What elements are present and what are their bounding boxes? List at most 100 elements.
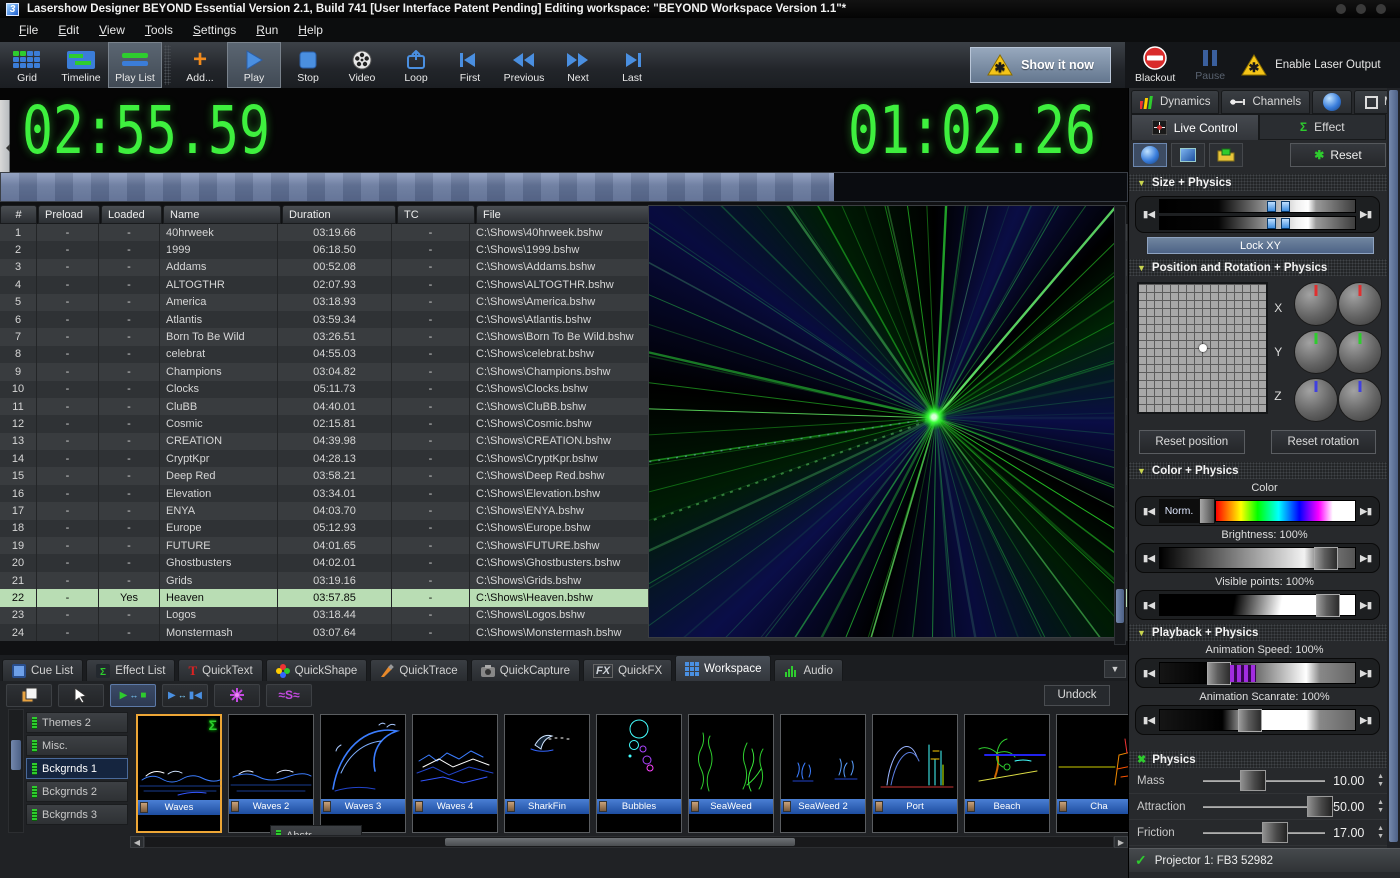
physics-slider[interactable]: [1203, 795, 1325, 819]
column-header-preload[interactable]: Preload: [38, 205, 100, 224]
playstop-tool-button[interactable]: ▶↔■: [110, 684, 156, 707]
s-tool-button[interactable]: ≈S≈: [266, 684, 312, 707]
spin-down-icon[interactable]: ▼: [1377, 833, 1384, 840]
page-tab-bckgrnds-3[interactable]: Bckgrnds 3: [26, 804, 128, 825]
slider-handle[interactable]: [1307, 796, 1333, 817]
enable-laser-output-button[interactable]: ✱ Enable Laser Output: [1235, 42, 1387, 88]
slider-min-arrow[interactable]: ▮◀: [1139, 600, 1159, 611]
loop-button[interactable]: Loop: [389, 42, 443, 88]
cue-thumbnail-beach[interactable]: Beach: [964, 714, 1050, 833]
blackout-button[interactable]: Blackout: [1125, 42, 1185, 88]
slider-min-arrow[interactable]: ▮◀: [1139, 506, 1159, 517]
cue-thumbnail-port[interactable]: Port: [872, 714, 958, 833]
slider-track[interactable]: [1159, 594, 1356, 616]
grid-button[interactable]: Grid: [0, 42, 54, 88]
slider-handle[interactable]: [1316, 594, 1340, 617]
scrollbar-track[interactable]: [144, 836, 1114, 848]
playback-progress-bar[interactable]: [0, 172, 1128, 202]
tab-effect-list[interactable]: ΣEffect List: [86, 659, 175, 681]
tab-overflow-button[interactable]: ▼: [1104, 660, 1126, 678]
color-spectrum[interactable]: [1215, 500, 1356, 522]
page-tab-themes-2[interactable]: Themes 2: [26, 712, 128, 733]
column-header-duration[interactable]: Duration: [282, 205, 396, 224]
physics-slider[interactable]: [1203, 821, 1325, 845]
rotation-knob-z[interactable]: [1338, 378, 1382, 422]
slider-max-arrow[interactable]: ▶▮: [1356, 668, 1376, 679]
tab-workspace[interactable]: Workspace: [675, 655, 771, 681]
position-knob-z[interactable]: [1294, 378, 1338, 422]
tab-dynamics[interactable]: Dynamics: [1131, 90, 1219, 114]
undock-button[interactable]: Undock: [1044, 685, 1110, 706]
menu-run[interactable]: Run: [247, 20, 287, 40]
slider-handle[interactable]: [1238, 709, 1262, 732]
slider-handle[interactable]: [1267, 201, 1276, 212]
rotation-knob-y[interactable]: [1338, 330, 1382, 374]
reset-rotation-button[interactable]: Reset rotation: [1271, 430, 1377, 454]
play-list-button[interactable]: Play List: [108, 42, 162, 88]
size-x-slider[interactable]: [1159, 199, 1356, 213]
animation-speed-slider[interactable]: ▮◀ ▶▮: [1135, 658, 1380, 688]
slider-handle[interactable]: [1262, 822, 1288, 843]
timeline-button[interactable]: Timeline: [54, 42, 108, 88]
slider-max-arrow[interactable]: ▶▮: [1356, 209, 1376, 220]
size-xy-sliders[interactable]: ▮◀ ▶▮: [1135, 196, 1380, 233]
playskip-tool-button[interactable]: ▶↔▮◀: [162, 684, 208, 707]
cue-thumbnail-cha[interactable]: Cha: [1056, 714, 1128, 833]
physics-slider[interactable]: [1203, 769, 1325, 793]
cue-thumbnail-bubbles[interactable]: Bubbles: [596, 714, 682, 833]
position-knob-x[interactable]: [1294, 282, 1338, 326]
section-size-physics[interactable]: ▼ Size + Physics: [1129, 174, 1400, 191]
play-button[interactable]: Play: [227, 42, 281, 88]
folder-button[interactable]: [1209, 143, 1243, 167]
value-spinner[interactable]: ▲▼: [1377, 799, 1384, 814]
tab-effect[interactable]: Σ Effect: [1259, 114, 1387, 140]
color-slider[interactable]: ▮◀ Norm. ▶▮: [1135, 496, 1380, 526]
slider-min-arrow[interactable]: ▮◀: [1139, 553, 1159, 564]
scroll-left-arrow[interactable]: ◀: [130, 836, 144, 848]
page-tab-bckgrnds-2[interactable]: Bckgrnds 2: [26, 781, 128, 802]
slider-min-arrow[interactable]: ▮◀: [1139, 668, 1159, 679]
reset-position-button[interactable]: Reset position: [1139, 430, 1245, 454]
column-header-tc[interactable]: TC: [397, 205, 475, 224]
slider-handle[interactable]: [1240, 770, 1266, 791]
size-y-slider[interactable]: [1159, 216, 1356, 230]
menu-file[interactable]: File: [10, 20, 47, 40]
brightness-slider[interactable]: ▮◀ ▶▮: [1135, 543, 1380, 573]
value-spinner[interactable]: ▲▼: [1377, 773, 1384, 788]
slider-track[interactable]: [1159, 547, 1356, 569]
cue-thumbnail-sharkfin[interactable]: SharkFin: [504, 714, 590, 833]
last-button[interactable]: Last: [605, 42, 659, 88]
cue-thumbnail-seaweed-2[interactable]: SeaWeed 2: [780, 714, 866, 833]
next-button[interactable]: Next: [551, 42, 605, 88]
menu-settings[interactable]: Settings: [184, 20, 245, 40]
reset-button[interactable]: ✱ Reset: [1290, 143, 1386, 167]
tab-live-control[interactable]: Live Control: [1131, 114, 1259, 140]
slider-min-arrow[interactable]: ▮◀: [1139, 715, 1159, 726]
pages-tool-button[interactable]: [6, 684, 52, 707]
stop-button[interactable]: Stop: [281, 42, 335, 88]
maximize-button[interactable]: [1356, 4, 1366, 14]
star-tool-button[interactable]: [214, 684, 260, 707]
slider-handle[interactable]: [1314, 547, 1338, 570]
minimize-button[interactable]: [1336, 4, 1346, 14]
slider-handle[interactable]: [1281, 201, 1290, 212]
tab-quickfx[interactable]: FXQuickFX: [583, 659, 672, 681]
show-it-now-button[interactable]: ✱ Show it now: [970, 47, 1111, 83]
page-tab-bckgrnds-1[interactable]: Bckgrnds 1: [26, 758, 128, 779]
cue-thumbnail-waves[interactable]: ΣWaves: [136, 714, 222, 833]
globe-tab-button[interactable]: [1312, 90, 1352, 114]
close-button[interactable]: [1376, 4, 1386, 14]
section-position-rotation[interactable]: ▼ Position and Rotation + Physics: [1129, 259, 1400, 276]
spin-down-icon[interactable]: ▼: [1377, 781, 1384, 788]
position-knob-y[interactable]: [1294, 330, 1338, 374]
tab-channels[interactable]: Channels: [1221, 90, 1310, 114]
scrollbar-thumb[interactable]: [1389, 90, 1398, 842]
position-dot[interactable]: [1199, 344, 1207, 352]
section-physics[interactable]: ✖ Physics: [1129, 751, 1400, 768]
slider-handle[interactable]: [1267, 218, 1276, 229]
cue-thumbnail-waves-4[interactable]: Waves 4: [412, 714, 498, 833]
visible-points-slider[interactable]: ▮◀ ▶▮: [1135, 590, 1380, 620]
value-spinner[interactable]: ▲▼: [1377, 825, 1384, 840]
slider-max-arrow[interactable]: ▶▮: [1356, 715, 1376, 726]
column-header-num[interactable]: #: [0, 205, 37, 224]
